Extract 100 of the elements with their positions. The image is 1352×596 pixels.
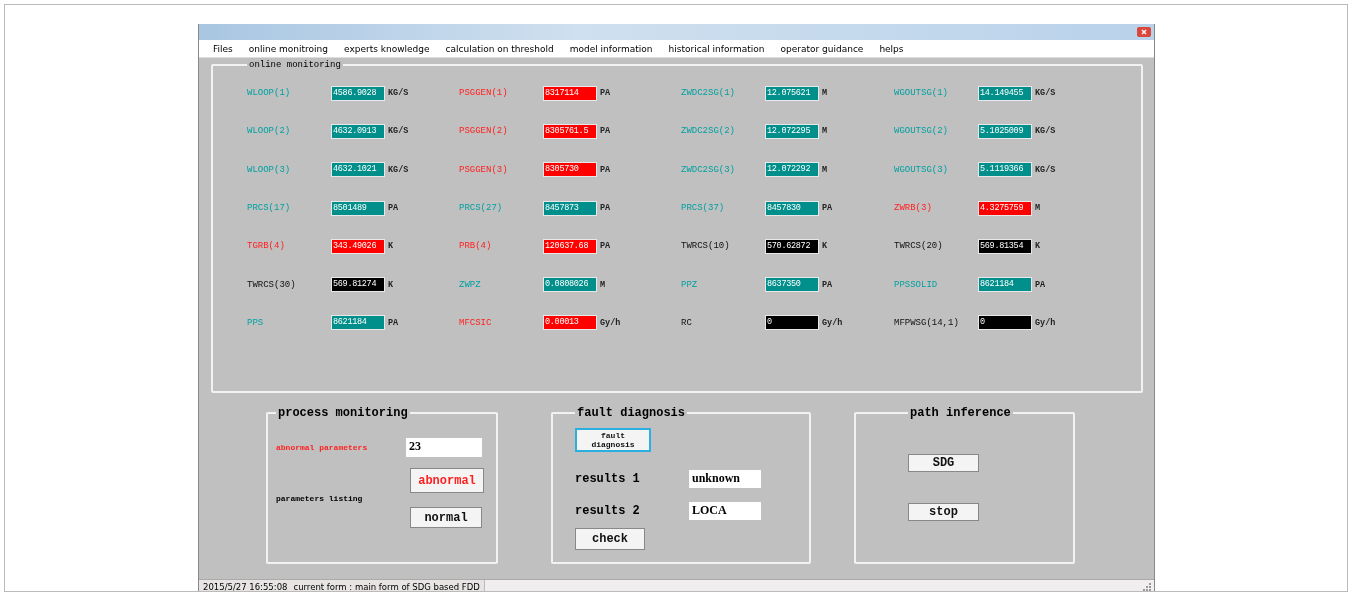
parameter-value: 4586.9028 bbox=[331, 85, 385, 101]
parameter-name: PPSSOLID bbox=[894, 279, 939, 290]
parameter-unit: PA bbox=[822, 279, 834, 290]
check-button[interactable]: check bbox=[575, 528, 645, 550]
parameter-name: PRCS(27) bbox=[459, 203, 504, 214]
status-form: current form : main form of SDG based FDD bbox=[293, 582, 480, 591]
parameter-value: 5.1119366 bbox=[978, 162, 1032, 178]
parameter-name: WLOOP(1) bbox=[247, 88, 292, 99]
abnormal-count-field[interactable]: 23 bbox=[406, 438, 482, 457]
parameter-unit: K bbox=[1035, 241, 1042, 252]
parameter-value: 0 bbox=[978, 315, 1032, 331]
group-title: fault diagnosis bbox=[576, 406, 687, 420]
parameters-listing-label: parameters listing bbox=[276, 493, 364, 503]
parameter-unit: KG/S bbox=[388, 88, 410, 99]
parameter-value: 8637350 bbox=[765, 277, 819, 293]
parameter-name: ZWDC2SG(1) bbox=[681, 88, 736, 99]
parameter-name: PSGGEN(3) bbox=[459, 164, 509, 175]
parameter-name: TGRB(4) bbox=[247, 241, 286, 252]
parameter-name: PRCS(37) bbox=[681, 203, 726, 214]
status-time: 2015/5/27 16:55:08 bbox=[203, 582, 288, 591]
parameter-unit: K bbox=[388, 241, 395, 252]
parameter-name: TWRCS(10) bbox=[681, 241, 731, 252]
parameter-unit: K bbox=[822, 241, 829, 252]
parameter-unit: M bbox=[600, 279, 607, 290]
parameter-unit: KG/S bbox=[388, 164, 410, 175]
parameter-value: 4.3275759 bbox=[978, 200, 1032, 216]
parameter-unit: M bbox=[822, 88, 829, 99]
inference-button[interactable]: stop bbox=[908, 503, 979, 521]
parameter-value: 14.149455 bbox=[978, 85, 1032, 101]
parameter-unit: PA bbox=[822, 203, 834, 214]
parameter-unit: PA bbox=[600, 241, 612, 252]
parameter-name: PPS bbox=[247, 317, 265, 328]
parameter-name: ZWPZ bbox=[459, 279, 482, 290]
menu-item[interactable]: helps bbox=[879, 43, 904, 54]
parameter-value: 8457830 bbox=[765, 200, 819, 216]
fault-diagnosis-button[interactable]: fault diagnosis bbox=[575, 428, 651, 452]
parameter-unit: PA bbox=[600, 126, 612, 137]
parameter-name: WLOOP(2) bbox=[247, 126, 292, 137]
parameter-unit: KG/S bbox=[1035, 88, 1057, 99]
parameter-value: 12.075621 bbox=[765, 85, 819, 101]
parameter-value: 569.81274 bbox=[331, 277, 385, 293]
parameter-value: 569.81354 bbox=[978, 238, 1032, 254]
menu-item[interactable]: model information bbox=[569, 43, 653, 54]
parameter-value: 8305730 bbox=[543, 162, 597, 178]
menu-item[interactable]: Files bbox=[213, 43, 233, 54]
parameter-value: 8317114 bbox=[543, 85, 597, 101]
parameter-unit: Gy/h bbox=[1035, 317, 1057, 328]
parameter-name: PRCS(17) bbox=[247, 203, 292, 214]
parameter-value: 5.1025009 bbox=[978, 123, 1032, 139]
parameter-unit: PA bbox=[388, 317, 400, 328]
parameter-name: RC bbox=[681, 317, 693, 328]
parameter-unit: M bbox=[1035, 203, 1042, 214]
menu-item[interactable]: operator guidance bbox=[780, 43, 864, 54]
parameter-value: 12.072295 bbox=[765, 123, 819, 139]
parameter-name: ZWRB(3) bbox=[894, 203, 933, 214]
parameter-value: 570.62872 bbox=[765, 238, 819, 254]
parameter-name: PSGGEN(2) bbox=[459, 126, 509, 137]
inference-button[interactable]: SDG bbox=[908, 454, 979, 472]
result-label: results 1 bbox=[575, 472, 641, 486]
parameter-value: 120637.68 bbox=[543, 238, 597, 254]
listing-button[interactable]: normal bbox=[410, 507, 482, 528]
parameter-name: WGOUTSG(2) bbox=[894, 126, 949, 137]
parameter-unit: M bbox=[822, 126, 829, 137]
parameter-unit: PA bbox=[1035, 279, 1047, 290]
result-field[interactable]: unknown bbox=[689, 470, 761, 488]
parameter-unit: Gy/h bbox=[600, 317, 622, 328]
parameter-unit: KG/S bbox=[388, 126, 410, 137]
parameter-value: 8621184 bbox=[978, 277, 1032, 293]
parameter-value: 12.072292 bbox=[765, 162, 819, 178]
group-title: process monitoring bbox=[277, 406, 409, 420]
parameter-value: 8621184 bbox=[331, 315, 385, 331]
parameter-name: ZWDC2SG(2) bbox=[681, 126, 736, 137]
resize-grip-icon[interactable] bbox=[1143, 583, 1151, 591]
parameter-unit: PA bbox=[600, 88, 612, 99]
result-field[interactable]: LOCA bbox=[689, 502, 761, 520]
parameter-value: 8457873 bbox=[543, 200, 597, 216]
close-icon[interactable] bbox=[1137, 27, 1151, 37]
menu-item[interactable]: online monitroing bbox=[248, 43, 328, 54]
parameter-name: MFCSIC bbox=[459, 317, 493, 328]
parameter-value: 8501489 bbox=[331, 200, 385, 216]
parameter-name: WGOUTSG(3) bbox=[894, 164, 949, 175]
result-label: results 2 bbox=[575, 504, 641, 518]
group-title: path inference bbox=[909, 406, 1012, 420]
parameter-unit: K bbox=[388, 279, 395, 290]
menu-item[interactable]: calculation on threshold bbox=[445, 43, 554, 54]
parameter-name: PPZ bbox=[681, 279, 699, 290]
parameter-unit: KG/S bbox=[1035, 164, 1057, 175]
parameter-unit: PA bbox=[600, 164, 612, 175]
parameter-unit: PA bbox=[600, 203, 612, 214]
group-title: online monitoring bbox=[248, 60, 342, 70]
abnormal-parameters-label: abnormal parameters bbox=[276, 443, 369, 452]
parameter-name: PSGGEN(1) bbox=[459, 88, 509, 99]
menu-item[interactable]: historical information bbox=[668, 43, 765, 54]
parameter-name: WGOUTSG(1) bbox=[894, 88, 949, 99]
parameter-value: 0.0808026 bbox=[543, 277, 597, 293]
parameter-name: WLOOP(3) bbox=[247, 164, 292, 175]
parameter-unit: PA bbox=[388, 203, 400, 214]
menu-item[interactable]: experts knowledge bbox=[344, 43, 430, 54]
parameter-name: TWRCS(20) bbox=[894, 241, 944, 252]
parameter-name: MFPWSG(14,1) bbox=[894, 317, 960, 328]
